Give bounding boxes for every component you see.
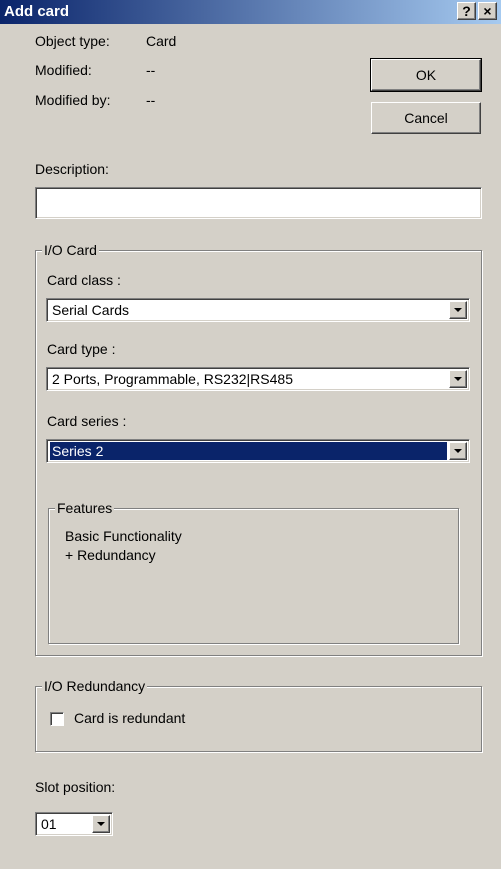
card-class-dropdown-button[interactable] (449, 301, 467, 319)
chevron-down-icon (454, 308, 462, 312)
description-label: Description: (35, 161, 109, 177)
card-type-dropdown-button[interactable] (449, 370, 467, 388)
card-class-value: Serial Cards (52, 302, 130, 318)
object-type-value: Card (146, 33, 177, 49)
ok-button[interactable]: OK (370, 58, 482, 92)
card-series-value: Series 2 (50, 442, 447, 460)
features-group-title: Features (55, 500, 115, 516)
card-type-value: 2 Ports, Programmable, RS232|RS485 (52, 371, 293, 387)
window-title: Add card (4, 3, 70, 20)
slot-position-label: Slot position: (35, 779, 116, 795)
modified-by-value: -- (146, 92, 156, 108)
features-list: Basic Functionality + Redundancy (65, 527, 182, 565)
card-redundant-checkbox[interactable] (50, 712, 64, 726)
modified-by-label: Modified by: (35, 92, 111, 108)
title-bar: Add card ? × (0, 0, 501, 24)
card-class-label: Card class : (47, 272, 121, 288)
card-type-label: Card type : (47, 341, 116, 357)
modified-value: -- (146, 62, 156, 78)
card-series-label: Card series : (47, 413, 127, 429)
chevron-down-icon (97, 822, 105, 826)
cancel-button[interactable]: Cancel (371, 102, 481, 134)
card-class-dropdown[interactable]: Serial Cards (46, 298, 470, 322)
slot-position-dropdown-button[interactable] (92, 815, 110, 833)
feature-line: Basic Functionality (65, 528, 182, 544)
object-type-label: Object type: (35, 33, 110, 49)
slot-position-value: 01 (41, 816, 57, 832)
close-button[interactable]: × (478, 2, 497, 20)
chevron-down-icon (454, 449, 462, 453)
io-card-group-title: I/O Card (42, 242, 99, 258)
card-type-dropdown[interactable]: 2 Ports, Programmable, RS232|RS485 (46, 367, 470, 391)
feature-line: + Redundancy (65, 547, 156, 563)
io-redundancy-group-title: I/O Redundancy (42, 678, 148, 694)
description-input[interactable] (35, 187, 482, 219)
card-redundant-label[interactable]: Card is redundant (74, 710, 185, 726)
card-series-dropdown-button[interactable] (449, 442, 467, 460)
chevron-down-icon (454, 377, 462, 381)
slot-position-dropdown[interactable]: 01 (35, 812, 113, 836)
help-button[interactable]: ? (457, 2, 476, 20)
card-series-dropdown[interactable]: Series 2 (46, 439, 470, 463)
modified-label: Modified: (35, 62, 92, 78)
